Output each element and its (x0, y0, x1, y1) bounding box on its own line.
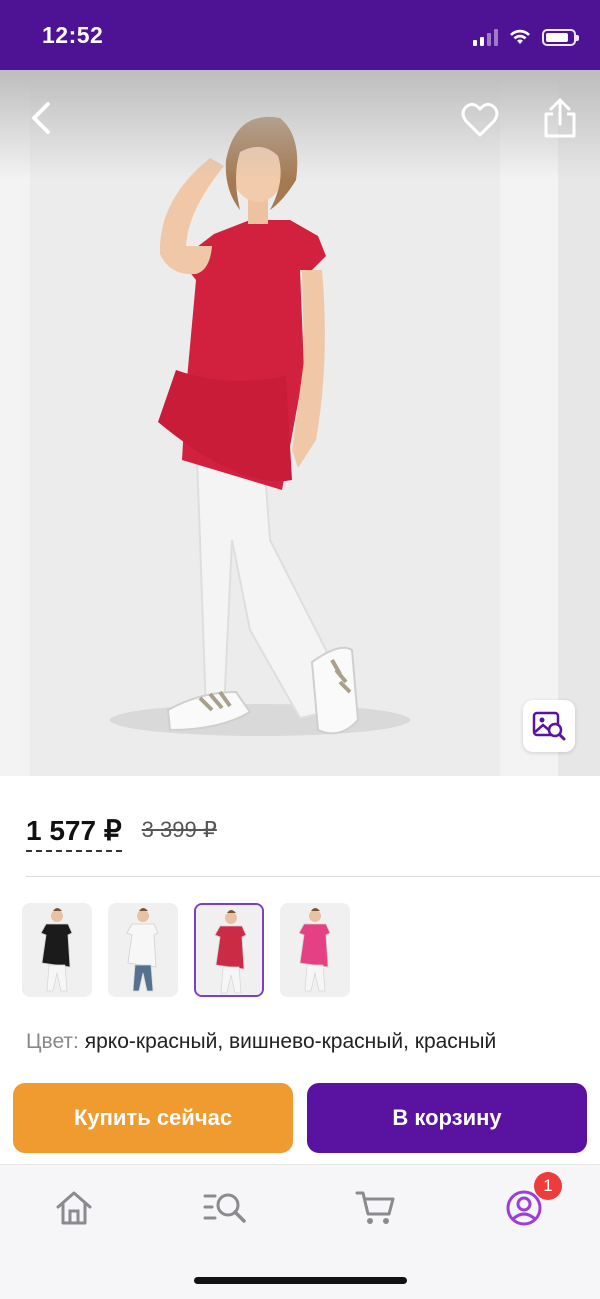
color-variant-thumbnail[interactable] (280, 903, 350, 997)
color-variant-thumbnail[interactable] (194, 903, 264, 997)
share-button[interactable] (540, 96, 580, 140)
status-icons (473, 24, 579, 50)
battery-icon (542, 28, 579, 46)
buy-now-button[interactable]: Купить сейчас (13, 1083, 293, 1153)
signal-icon (473, 28, 498, 46)
add-to-cart-button[interactable]: В корзину (307, 1083, 587, 1153)
tab-catalog[interactable] (195, 1183, 255, 1233)
price-row: 1 577 ₽ 3 399 ₽ (26, 806, 217, 852)
color-variants (22, 903, 350, 997)
favorite-button[interactable] (458, 98, 502, 142)
chevron-left-icon (32, 102, 50, 134)
image-search-icon (532, 711, 566, 741)
share-icon (544, 98, 576, 138)
color-description: Цвет: ярко-красный, вишнево-красный, кра… (26, 1026, 586, 1058)
home-icon (56, 1191, 92, 1225)
color-label: Цвет: (26, 1030, 79, 1053)
color-variant-thumbnail[interactable] (22, 903, 92, 997)
divider (26, 876, 600, 877)
status-bar: 12:52 (0, 0, 600, 70)
color-value: ярко-красный, вишнево-красный, красный (84, 1030, 497, 1053)
cart-icon (355, 1191, 395, 1224)
current-price[interactable]: 1 577 ₽ (26, 816, 122, 852)
status-time: 12:52 (42, 22, 104, 48)
product-photo-area[interactable] (0, 70, 600, 776)
catalog-search-icon (203, 1193, 246, 1223)
profile-notification-badge: 1 (534, 1172, 562, 1200)
wifi-icon (510, 29, 530, 44)
color-variant-thumbnail[interactable] (108, 903, 178, 997)
old-price: 3 399 ₽ (141, 817, 217, 842)
tab-cart[interactable] (346, 1183, 406, 1233)
back-button[interactable] (22, 98, 62, 138)
image-search-button[interactable] (523, 700, 575, 752)
tab-home[interactable] (44, 1183, 104, 1233)
home-indicator[interactable] (194, 1277, 407, 1284)
heart-icon (461, 102, 499, 137)
